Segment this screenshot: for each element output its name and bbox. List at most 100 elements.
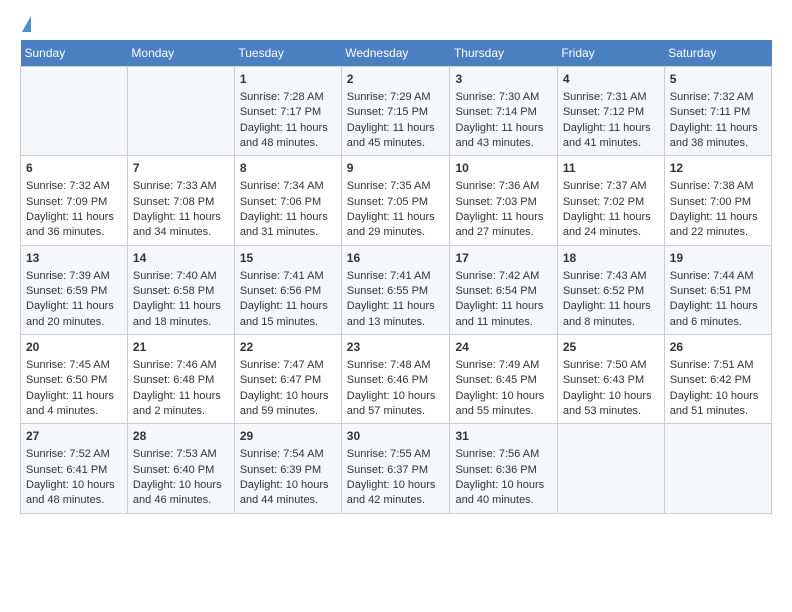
daylight-text: Daylight: 10 hours and 42 minutes.	[347, 478, 445, 509]
day-number: 20	[26, 339, 122, 356]
sunset-text: Sunset: 7:15 PM	[347, 105, 445, 120]
daylight-text: Daylight: 11 hours and 29 minutes.	[347, 210, 445, 241]
sunset-text: Sunset: 6:37 PM	[347, 463, 445, 478]
calendar-cell: 25Sunrise: 7:50 AMSunset: 6:43 PMDayligh…	[557, 335, 664, 424]
calendar-cell: 23Sunrise: 7:48 AMSunset: 6:46 PMDayligh…	[341, 335, 450, 424]
calendar-cell: 14Sunrise: 7:40 AMSunset: 6:58 PMDayligh…	[127, 245, 234, 334]
sunset-text: Sunset: 6:46 PM	[347, 373, 445, 388]
daylight-text: Daylight: 11 hours and 22 minutes.	[670, 210, 766, 241]
sunrise-text: Sunrise: 7:41 AM	[347, 269, 445, 284]
daylight-text: Daylight: 10 hours and 40 minutes.	[455, 478, 551, 509]
calendar-cell: 2Sunrise: 7:29 AMSunset: 7:15 PMDaylight…	[341, 67, 450, 156]
calendar-header-sunday: Sunday	[21, 40, 128, 67]
page: SundayMondayTuesdayWednesdayThursdayFrid…	[0, 0, 792, 530]
sunset-text: Sunset: 7:17 PM	[240, 105, 336, 120]
sunrise-text: Sunrise: 7:35 AM	[347, 179, 445, 194]
day-number: 5	[670, 71, 766, 88]
day-number: 10	[455, 160, 551, 177]
sunset-text: Sunset: 6:55 PM	[347, 284, 445, 299]
day-number: 23	[347, 339, 445, 356]
sunrise-text: Sunrise: 7:37 AM	[563, 179, 659, 194]
day-number: 29	[240, 428, 336, 445]
sunset-text: Sunset: 7:00 PM	[670, 195, 766, 210]
day-number: 17	[455, 250, 551, 267]
daylight-text: Daylight: 11 hours and 38 minutes.	[670, 121, 766, 152]
daylight-text: Daylight: 11 hours and 27 minutes.	[455, 210, 551, 241]
calendar-header-thursday: Thursday	[450, 40, 557, 67]
sunrise-text: Sunrise: 7:31 AM	[563, 90, 659, 105]
daylight-text: Daylight: 10 hours and 51 minutes.	[670, 389, 766, 420]
sunset-text: Sunset: 7:12 PM	[563, 105, 659, 120]
sunrise-text: Sunrise: 7:46 AM	[133, 358, 229, 373]
daylight-text: Daylight: 11 hours and 43 minutes.	[455, 121, 551, 152]
day-number: 27	[26, 428, 122, 445]
daylight-text: Daylight: 10 hours and 57 minutes.	[347, 389, 445, 420]
daylight-text: Daylight: 11 hours and 41 minutes.	[563, 121, 659, 152]
calendar-cell: 1Sunrise: 7:28 AMSunset: 7:17 PMDaylight…	[234, 67, 341, 156]
sunrise-text: Sunrise: 7:32 AM	[670, 90, 766, 105]
logo-triangle-icon	[22, 16, 31, 32]
calendar-cell: 12Sunrise: 7:38 AMSunset: 7:00 PMDayligh…	[664, 156, 771, 245]
day-number: 7	[133, 160, 229, 177]
calendar-week-row: 20Sunrise: 7:45 AMSunset: 6:50 PMDayligh…	[21, 335, 772, 424]
sunrise-text: Sunrise: 7:54 AM	[240, 447, 336, 462]
day-number: 26	[670, 339, 766, 356]
calendar-cell: 8Sunrise: 7:34 AMSunset: 7:06 PMDaylight…	[234, 156, 341, 245]
sunrise-text: Sunrise: 7:53 AM	[133, 447, 229, 462]
sunset-text: Sunset: 6:45 PM	[455, 373, 551, 388]
daylight-text: Daylight: 10 hours and 46 minutes.	[133, 478, 229, 509]
daylight-text: Daylight: 10 hours and 48 minutes.	[26, 478, 122, 509]
day-number: 13	[26, 250, 122, 267]
day-number: 15	[240, 250, 336, 267]
calendar-cell	[664, 424, 771, 513]
calendar-cell	[557, 424, 664, 513]
sunrise-text: Sunrise: 7:41 AM	[240, 269, 336, 284]
sunrise-text: Sunrise: 7:34 AM	[240, 179, 336, 194]
sunset-text: Sunset: 7:08 PM	[133, 195, 229, 210]
sunrise-text: Sunrise: 7:40 AM	[133, 269, 229, 284]
day-number: 22	[240, 339, 336, 356]
sunrise-text: Sunrise: 7:50 AM	[563, 358, 659, 373]
day-number: 8	[240, 160, 336, 177]
calendar-header-wednesday: Wednesday	[341, 40, 450, 67]
sunrise-text: Sunrise: 7:45 AM	[26, 358, 122, 373]
calendar-cell: 16Sunrise: 7:41 AMSunset: 6:55 PMDayligh…	[341, 245, 450, 334]
calendar-cell: 4Sunrise: 7:31 AMSunset: 7:12 PMDaylight…	[557, 67, 664, 156]
calendar-week-row: 6Sunrise: 7:32 AMSunset: 7:09 PMDaylight…	[21, 156, 772, 245]
daylight-text: Daylight: 10 hours and 59 minutes.	[240, 389, 336, 420]
sunset-text: Sunset: 6:56 PM	[240, 284, 336, 299]
sunset-text: Sunset: 7:09 PM	[26, 195, 122, 210]
day-number: 24	[455, 339, 551, 356]
sunrise-text: Sunrise: 7:29 AM	[347, 90, 445, 105]
calendar-cell: 13Sunrise: 7:39 AMSunset: 6:59 PMDayligh…	[21, 245, 128, 334]
calendar-cell: 31Sunrise: 7:56 AMSunset: 6:36 PMDayligh…	[450, 424, 557, 513]
day-number: 1	[240, 71, 336, 88]
sunset-text: Sunset: 6:48 PM	[133, 373, 229, 388]
day-number: 3	[455, 71, 551, 88]
calendar-cell: 10 Sunrise: 7:36 AMSunset: 7:03 PMDayligh…	[450, 156, 557, 245]
calendar-cell: 29Sunrise: 7:54 AMSunset: 6:39 PMDayligh…	[234, 424, 341, 513]
sunset-text: Sunset: 6:59 PM	[26, 284, 122, 299]
day-number: 25	[563, 339, 659, 356]
sunset-text: Sunset: 6:42 PM	[670, 373, 766, 388]
sunset-text: Sunset: 7:03 PM	[455, 195, 551, 210]
daylight-text: Daylight: 11 hours and 6 minutes.	[670, 299, 766, 330]
day-number: 2	[347, 71, 445, 88]
sunrise-text: Sunrise: 7:36 AM	[455, 179, 551, 194]
calendar-cell: 18Sunrise: 7:43 AMSunset: 6:52 PMDayligh…	[557, 245, 664, 334]
day-number: 14	[133, 250, 229, 267]
logo	[20, 16, 31, 28]
calendar-cell: 9Sunrise: 7:35 AMSunset: 7:05 PMDaylight…	[341, 156, 450, 245]
sunrise-text: Sunrise: 7:49 AM	[455, 358, 551, 373]
sunrise-text: Sunrise: 7:42 AM	[455, 269, 551, 284]
sunrise-text: Sunrise: 7:32 AM	[26, 179, 122, 194]
calendar-header-row: SundayMondayTuesdayWednesdayThursdayFrid…	[21, 40, 772, 67]
daylight-text: Daylight: 11 hours and 15 minutes.	[240, 299, 336, 330]
calendar-cell: 22Sunrise: 7:47 AMSunset: 6:47 PMDayligh…	[234, 335, 341, 424]
sunset-text: Sunset: 6:41 PM	[26, 463, 122, 478]
calendar-week-row: 13Sunrise: 7:39 AMSunset: 6:59 PMDayligh…	[21, 245, 772, 334]
sunrise-text: Sunrise: 7:55 AM	[347, 447, 445, 462]
sunrise-text: Sunrise: 7:51 AM	[670, 358, 766, 373]
calendar-cell: 27Sunrise: 7:52 AMSunset: 6:41 PMDayligh…	[21, 424, 128, 513]
sunrise-text: Sunrise: 7:30 AM	[455, 90, 551, 105]
